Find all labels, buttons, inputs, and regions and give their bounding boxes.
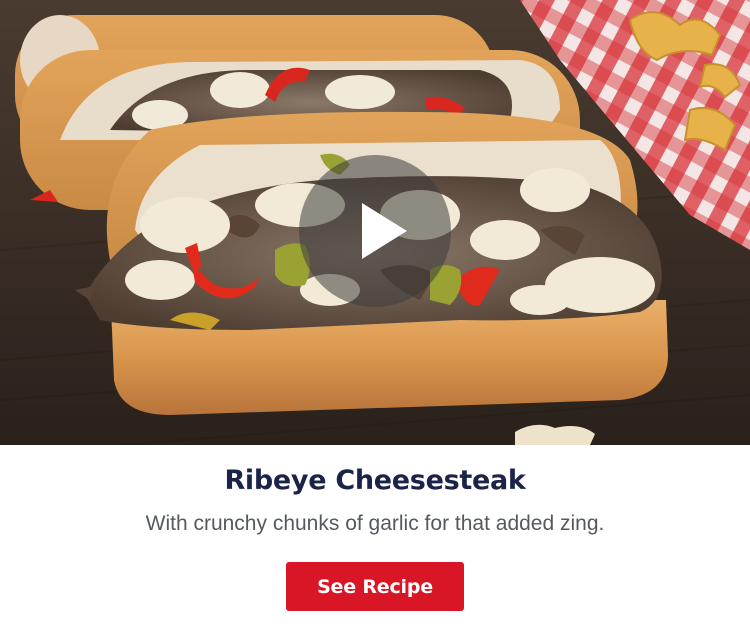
recipe-title[interactable]: Ribeye Cheesesteak (0, 461, 750, 501)
recipe-video[interactable] (0, 0, 750, 445)
recipe-description: With crunchy chunks of garlic for that a… (145, 512, 605, 535)
see-recipe-button[interactable]: See Recipe (286, 562, 464, 611)
play-icon (362, 203, 407, 259)
recipe-card: Ribeye Cheesesteak With crunchy chunks o… (0, 0, 750, 624)
play-button[interactable] (299, 155, 451, 307)
